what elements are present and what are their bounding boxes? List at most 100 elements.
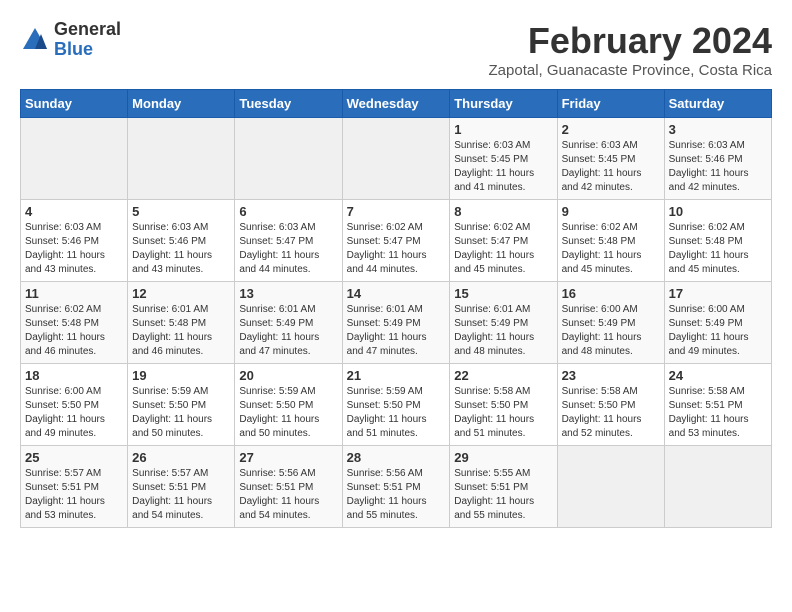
calendar-cell: [128, 118, 235, 200]
calendar-cell: [342, 118, 450, 200]
day-info: Sunrise: 6:00 AMSunset: 5:50 PMDaylight:…: [25, 385, 123, 441]
logo-blue: Blue: [54, 40, 121, 60]
day-info: Sunrise: 6:02 AMSunset: 5:47 PMDaylight:…: [347, 221, 446, 277]
day-number: 17: [669, 286, 767, 301]
calendar-cell: [235, 118, 342, 200]
day-number: 15: [454, 286, 552, 301]
day-number: 12: [132, 286, 230, 301]
day-number: 18: [25, 368, 123, 383]
day-info: Sunrise: 5:56 AMSunset: 5:51 PMDaylight:…: [347, 467, 446, 523]
day-info: Sunrise: 6:02 AMSunset: 5:47 PMDaylight:…: [454, 221, 552, 277]
day-info: Sunrise: 5:57 AMSunset: 5:51 PMDaylight:…: [25, 467, 123, 523]
title-area: February 2024 Zapotal, Guanacaste Provin…: [489, 20, 772, 79]
day-info: Sunrise: 5:58 AMSunset: 5:50 PMDaylight:…: [562, 385, 660, 441]
calendar-cell: [21, 118, 128, 200]
day-info: Sunrise: 5:59 AMSunset: 5:50 PMDaylight:…: [347, 385, 446, 441]
calendar-cell: 26Sunrise: 5:57 AMSunset: 5:51 PMDayligh…: [128, 446, 235, 528]
day-info: Sunrise: 6:03 AMSunset: 5:46 PMDaylight:…: [25, 221, 123, 277]
day-number: 11: [25, 286, 123, 301]
day-info: Sunrise: 6:00 AMSunset: 5:49 PMDaylight:…: [669, 303, 767, 359]
calendar-cell: 29 Sunrise: 5:55 AMSunset: 5:51 PMDayligh…: [450, 446, 557, 528]
day-info: Sunrise: 5:58 AMSunset: 5:51 PMDaylight:…: [669, 385, 767, 441]
day-number: 8: [454, 204, 552, 219]
calendar-week-row: 18 Sunrise: 6:00 AMSunset: 5:50 PMDayligh…: [21, 364, 772, 446]
day-info: Sunrise: 6:03 AMSunset: 5:46 PMDaylight:…: [669, 139, 767, 195]
day-of-week-header: Tuesday: [235, 90, 342, 118]
day-info: Sunrise: 6:02 AMSunset: 5:48 PMDaylight:…: [669, 221, 767, 277]
day-info: Sunrise: 6:02 AMSunset: 5:48 PMDaylight:…: [25, 303, 123, 359]
calendar-cell: 22 Sunrise: 5:58 AMSunset: 5:50 PMDayligh…: [450, 364, 557, 446]
day-number: 29: [454, 450, 552, 465]
day-info: Sunrise: 6:01 AMSunset: 5:48 PMDaylight:…: [132, 303, 230, 359]
day-number: 25: [25, 450, 123, 465]
day-number: 21: [347, 368, 446, 383]
day-number: 14: [347, 286, 446, 301]
calendar-cell: 11 Sunrise: 6:02 AMSunset: 5:48 PMDayligh…: [21, 282, 128, 364]
day-number: 27: [239, 450, 337, 465]
day-number: 1: [454, 122, 552, 137]
day-number: 20: [239, 368, 337, 383]
day-of-week-header: Saturday: [664, 90, 771, 118]
day-number: 16: [562, 286, 660, 301]
day-number: 19: [132, 368, 230, 383]
calendar-cell: [557, 446, 664, 528]
day-info: Sunrise: 5:59 AMSunset: 5:50 PMDaylight:…: [239, 385, 337, 441]
day-info: Sunrise: 6:01 AMSunset: 5:49 PMDaylight:…: [347, 303, 446, 359]
calendar-header-row: SundayMondayTuesdayWednesdayThursdayFrid…: [21, 90, 772, 118]
day-number: 28: [347, 450, 446, 465]
calendar-cell: 16 Sunrise: 6:00 AMSunset: 5:49 PMDayligh…: [557, 282, 664, 364]
day-number: 5: [132, 204, 230, 219]
calendar-cell: 24 Sunrise: 5:58 AMSunset: 5:51 PMDayligh…: [664, 364, 771, 446]
calendar-cell: 25 Sunrise: 5:57 AMSunset: 5:51 PMDayligh…: [21, 446, 128, 528]
day-info: Sunrise: 6:01 AMSunset: 5:49 PMDaylight:…: [239, 303, 337, 359]
day-number: 26: [132, 450, 230, 465]
day-number: 4: [25, 204, 123, 219]
calendar-cell: 12 Sunrise: 6:01 AMSunset: 5:48 PMDayligh…: [128, 282, 235, 364]
day-number: 10: [669, 204, 767, 219]
calendar-cell: 3Sunrise: 6:03 AMSunset: 5:46 PMDaylight…: [664, 118, 771, 200]
page-header: General Blue February 2024 Zapotal, Guan…: [20, 20, 772, 79]
calendar-cell: 23 Sunrise: 5:58 AMSunset: 5:50 PMDayligh…: [557, 364, 664, 446]
calendar-cell: 21 Sunrise: 5:59 AMSunset: 5:50 PMDayligh…: [342, 364, 450, 446]
day-info: Sunrise: 5:56 AMSunset: 5:51 PMDaylight:…: [239, 467, 337, 523]
day-info: Sunrise: 6:03 AMSunset: 5:45 PMDaylight:…: [562, 139, 660, 195]
day-number: 22: [454, 368, 552, 383]
day-number: 7: [347, 204, 446, 219]
month-title: February 2024: [489, 20, 772, 62]
location-subtitle: Zapotal, Guanacaste Province, Costa Rica: [489, 62, 772, 79]
day-number: 6: [239, 204, 337, 219]
day-info: Sunrise: 5:58 AMSunset: 5:50 PMDaylight:…: [454, 385, 552, 441]
calendar-cell: 8 Sunrise: 6:02 AMSunset: 5:47 PMDaylight…: [450, 200, 557, 282]
calendar-cell: [664, 446, 771, 528]
logo-text: General Blue: [54, 20, 121, 60]
day-info: Sunrise: 5:55 AMSunset: 5:51 PMDaylight:…: [454, 467, 552, 523]
day-number: 24: [669, 368, 767, 383]
calendar-week-row: 25 Sunrise: 5:57 AMSunset: 5:51 PMDayligh…: [21, 446, 772, 528]
day-info: Sunrise: 6:03 AMSunset: 5:47 PMDaylight:…: [239, 221, 337, 277]
day-number: 23: [562, 368, 660, 383]
day-of-week-header: Monday: [128, 90, 235, 118]
day-info: Sunrise: 6:03 AMSunset: 5:45 PMDaylight:…: [454, 139, 552, 195]
day-number: 13: [239, 286, 337, 301]
logo-general: General: [54, 20, 121, 40]
logo-icon: [20, 25, 50, 55]
calendar-week-row: 1 Sunrise: 6:03 AMSunset: 5:45 PMDaylight…: [21, 118, 772, 200]
day-number: 2: [562, 122, 660, 137]
calendar-cell: 15 Sunrise: 6:01 AMSunset: 5:49 PMDayligh…: [450, 282, 557, 364]
calendar-cell: 28 Sunrise: 5:56 AMSunset: 5:51 PMDayligh…: [342, 446, 450, 528]
calendar-cell: 17 Sunrise: 6:00 AMSunset: 5:49 PMDayligh…: [664, 282, 771, 364]
day-number: 9: [562, 204, 660, 219]
day-info: Sunrise: 6:00 AMSunset: 5:49 PMDaylight:…: [562, 303, 660, 359]
calendar-cell: 6 Sunrise: 6:03 AMSunset: 5:47 PMDaylight…: [235, 200, 342, 282]
calendar-cell: 9Sunrise: 6:02 AMSunset: 5:48 PMDaylight…: [557, 200, 664, 282]
day-info: Sunrise: 6:03 AMSunset: 5:46 PMDaylight:…: [132, 221, 230, 277]
day-of-week-header: Friday: [557, 90, 664, 118]
calendar-cell: 5 Sunrise: 6:03 AMSunset: 5:46 PMDaylight…: [128, 200, 235, 282]
calendar-cell: 18 Sunrise: 6:00 AMSunset: 5:50 PMDayligh…: [21, 364, 128, 446]
calendar-cell: 20 Sunrise: 5:59 AMSunset: 5:50 PMDayligh…: [235, 364, 342, 446]
day-info: Sunrise: 6:01 AMSunset: 5:49 PMDaylight:…: [454, 303, 552, 359]
calendar-cell: 2 Sunrise: 6:03 AMSunset: 5:45 PMDaylight…: [557, 118, 664, 200]
day-info: Sunrise: 5:59 AMSunset: 5:50 PMDaylight:…: [132, 385, 230, 441]
calendar-table: SundayMondayTuesdayWednesdayThursdayFrid…: [20, 89, 772, 528]
calendar-cell: 19 Sunrise: 5:59 AMSunset: 5:50 PMDayligh…: [128, 364, 235, 446]
